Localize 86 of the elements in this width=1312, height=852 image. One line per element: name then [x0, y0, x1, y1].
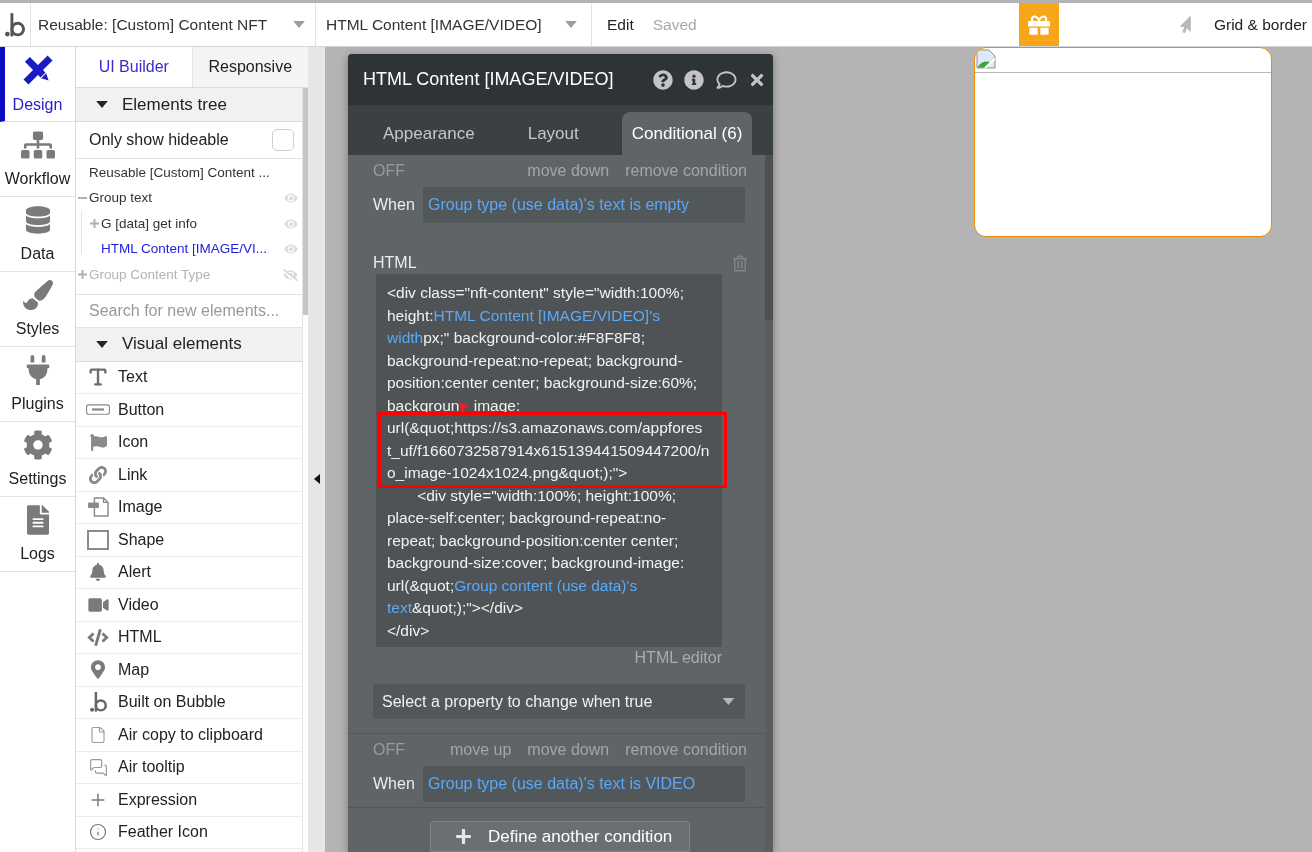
- caret-down-icon: [293, 21, 305, 28]
- grid-toggle[interactable]: Grid & border: [1213, 3, 1307, 46]
- scrollbar-thumb[interactable]: [765, 155, 773, 320]
- element-item[interactable]: Air copy to clipboard: [76, 719, 302, 752]
- document-icon: [26, 505, 49, 535]
- sitemap-icon: [20, 130, 55, 160]
- element-item[interactable]: Text: [76, 361, 302, 394]
- gift-icon: [1027, 13, 1050, 36]
- bubble-logo-icon: [89, 692, 107, 713]
- element-item[interactable]: Alert: [76, 556, 302, 589]
- add-condition-button[interactable]: Define another condition: [430, 821, 690, 852]
- gift-button[interactable]: [1018, 3, 1059, 46]
- collapse-icon[interactable]: [78, 197, 87, 200]
- plus-icon: [455, 828, 472, 845]
- panel-tab[interactable]: Layout: [517, 112, 589, 155]
- info-icon: [89, 823, 107, 842]
- flag-icon: [89, 433, 107, 451]
- tree-item[interactable]: HTML Content [IMAGE/VI...: [101, 239, 268, 260]
- property-label: HTML: [373, 253, 417, 273]
- comment-icon[interactable]: [715, 69, 738, 90]
- section-header[interactable]: Elements tree: [76, 88, 302, 122]
- element-item[interactable]: HTML: [76, 621, 302, 654]
- property-dropdown[interactable]: Select a property to change when true: [373, 684, 745, 719]
- element-item[interactable]: Video: [76, 589, 302, 622]
- broken-image-icon: [976, 49, 996, 69]
- element-item[interactable]: Link: [76, 459, 302, 492]
- image-file-icon: [87, 497, 109, 518]
- eye-icon[interactable]: [284, 217, 298, 230]
- settings-icon: [22, 430, 53, 460]
- bubble-logo: [5, 12, 25, 37]
- expand-icon[interactable]: [90, 219, 99, 229]
- page-dropdown[interactable]: Reusable: [Custom] Content NFT: [31, 3, 316, 46]
- html-code-field[interactable]: <div class="nft-content" style="width:100%; height:HTML Content [IMAGE/VIDEO]'s widthpx;" background-color:#F8F8F8; background-repeat:no-repeat; background- position:center center; background-size:60%; backgroun image: url(&quot;https://s3.amazonaws.com/appfores t_uf/f1660732587914x615139441509447200/n o_image-1024x1024.png&quot;);"> <div style="width:100%; height:100%; place-self:center; background-repeat:no- repeat; background-position:center center; background-size:cover; background-image: url(&quot;Group content (use data)'s text&quot;);"></div> </div>: [376, 274, 722, 647]
- paintbrush-icon: [22, 280, 53, 310]
- when-label: When: [373, 774, 415, 794]
- expand-icon[interactable]: [78, 270, 87, 280]
- bell-icon: [90, 563, 106, 582]
- element-dropdown[interactable]: HTML Content [IMAGE/VIDEO]: [316, 3, 592, 46]
- pointer-icon[interactable]: [1178, 16, 1192, 33]
- when-label: When: [373, 195, 415, 215]
- square-icon: [87, 529, 109, 550]
- sidebar-tab[interactable]: Responsive: [191, 47, 308, 87]
- element-item[interactable]: Image: [76, 491, 302, 524]
- element-item[interactable]: Built on Bubble: [76, 686, 302, 719]
- help-icon[interactable]: [653, 69, 673, 90]
- element-item[interactable]: Map: [76, 654, 302, 687]
- element-item[interactable]: Air tooltip: [76, 751, 302, 784]
- caret-left-icon[interactable]: [313, 474, 320, 484]
- button-shape-icon: [86, 403, 110, 417]
- link-icon: [89, 465, 107, 484]
- file-icon: [89, 725, 107, 744]
- panel-title: HTML Content [IMAGE/VIDEO]: [363, 68, 614, 91]
- tree-item[interactable]: Reusable [Custom] Content ...: [89, 162, 270, 183]
- tree-item[interactable]: G [data] get info: [101, 213, 198, 234]
- panel-tab[interactable]: Conditional (6): [621, 112, 753, 155]
- chat-bubbles-icon: [88, 757, 108, 777]
- scrollbar-thumb[interactable]: [303, 88, 308, 315]
- checkbox[interactable]: [272, 129, 294, 151]
- element-item[interactable]: Button: [76, 394, 302, 427]
- canvas-element[interactable]: [974, 47, 1272, 237]
- trash-icon[interactable]: [733, 254, 747, 272]
- eye-icon[interactable]: [284, 192, 298, 205]
- eye-off-icon[interactable]: [283, 268, 298, 281]
- caret-down-icon: [565, 21, 577, 28]
- nav-tab[interactable]: Logs: [0, 497, 75, 572]
- caret-down-icon: [722, 698, 735, 705]
- nav-tab[interactable]: Settings: [0, 422, 75, 497]
- element-item[interactable]: Shape: [76, 524, 302, 557]
- info-icon[interactable]: [684, 69, 704, 90]
- save-status: Saved: [652, 14, 697, 35]
- type-icon: [87, 366, 109, 389]
- element-item[interactable]: Icon: [76, 426, 302, 459]
- section-header[interactable]: Visual elements: [76, 327, 302, 362]
- code-icon: [87, 628, 109, 646]
- panel-tab[interactable]: Appearance: [373, 112, 485, 155]
- nav-tab[interactable]: Styles: [0, 272, 75, 347]
- tree-item[interactable]: Group text: [89, 188, 153, 209]
- nav-tab[interactable]: Plugins: [0, 347, 75, 422]
- video-camera-icon: [87, 595, 109, 614]
- nav-tab[interactable]: Workflow: [0, 122, 75, 197]
- map-pin-icon: [91, 660, 105, 680]
- eye-icon[interactable]: [284, 243, 298, 256]
- nav-tab[interactable]: Data: [0, 197, 75, 272]
- database-icon: [25, 205, 50, 235]
- menu-button[interactable]: Edit: [607, 12, 634, 37]
- checkbox-label[interactable]: Only show hideable: [89, 128, 229, 152]
